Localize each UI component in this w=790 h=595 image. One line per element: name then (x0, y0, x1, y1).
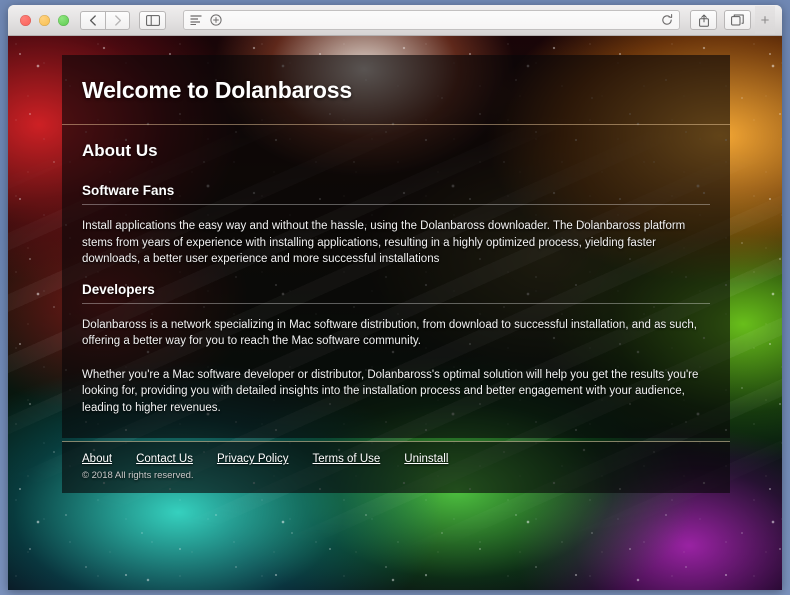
forward-button[interactable] (105, 10, 130, 30)
divider (82, 302, 710, 304)
close-window-button[interactable] (20, 14, 31, 26)
paragraph-developers-1: Dolanbaross is a network specializing in… (82, 318, 697, 348)
navigation-buttons (80, 10, 130, 30)
share-button[interactable] (690, 10, 717, 30)
footer-link-list: About Contact Us Privacy Policy Terms of… (82, 453, 710, 465)
site-header: Welcome to Dolanbaross (62, 55, 730, 125)
reader-view-icon[interactable] (190, 15, 202, 25)
paragraph-software-fans-1: Install applications the easy way and wi… (82, 220, 686, 265)
show-sidebar-button[interactable] (139, 10, 166, 30)
footer-link-about[interactable]: About (82, 453, 112, 465)
divider (82, 204, 710, 205)
sidebar-button-group (139, 10, 166, 30)
chevron-left-icon (89, 14, 96, 26)
browser-toolbar: + (8, 5, 782, 36)
paragraph-developers-2: Whether you're a Mac software developer … (82, 368, 699, 414)
page-viewport: Welcome to Dolanbaross About Us Software… (8, 36, 782, 590)
content-block-software-fans: Software Fans Install applications the e… (82, 183, 710, 268)
footer-link-uninstall[interactable]: Uninstall (404, 453, 448, 465)
sidebar-icon (145, 14, 160, 26)
back-button[interactable] (80, 10, 105, 30)
copyright-notice: © 2018 All rights reserved. (82, 470, 194, 481)
chevron-right-icon (114, 14, 121, 26)
show-all-tabs-button[interactable] (724, 10, 751, 30)
content-block-developers: Developers Dolanbaross is a network spec… (82, 282, 710, 417)
site-footer: About Contact Us Privacy Policy Terms of… (62, 441, 730, 493)
new-tab-button[interactable]: + (755, 6, 775, 34)
section-heading-about-us: About Us (82, 141, 158, 160)
reload-icon (662, 14, 673, 25)
toolbar-right-buttons (690, 10, 751, 30)
subheading-software-fans: Software Fans (82, 183, 175, 198)
footer-link-privacy-policy[interactable]: Privacy Policy (217, 453, 289, 465)
minimize-window-button[interactable] (39, 14, 50, 26)
address-bar-icons (190, 14, 222, 26)
footer-link-terms-of-use[interactable]: Terms of Use (313, 453, 381, 465)
add-bookmark-icon[interactable] (210, 14, 222, 26)
page-title: Welcome to Dolanbaross (82, 77, 352, 103)
subheading-developers: Developers (82, 281, 155, 297)
footer-link-contact-us[interactable]: Contact Us (136, 453, 193, 465)
address-bar[interactable] (183, 10, 680, 30)
desktop-background: + Welcome to Dolanbaross About Us Softwa… (0, 0, 790, 595)
zoom-window-button[interactable] (58, 14, 69, 26)
main-content: About Us Software Fans Install applicati… (62, 125, 730, 438)
window-controls (20, 14, 69, 26)
reload-button[interactable] (661, 14, 673, 26)
page-content: Welcome to Dolanbaross About Us Software… (62, 55, 730, 493)
tabs-overview-icon (731, 14, 744, 26)
share-icon (698, 14, 709, 27)
browser-window: + Welcome to Dolanbaross About Us Softwa… (8, 5, 782, 590)
